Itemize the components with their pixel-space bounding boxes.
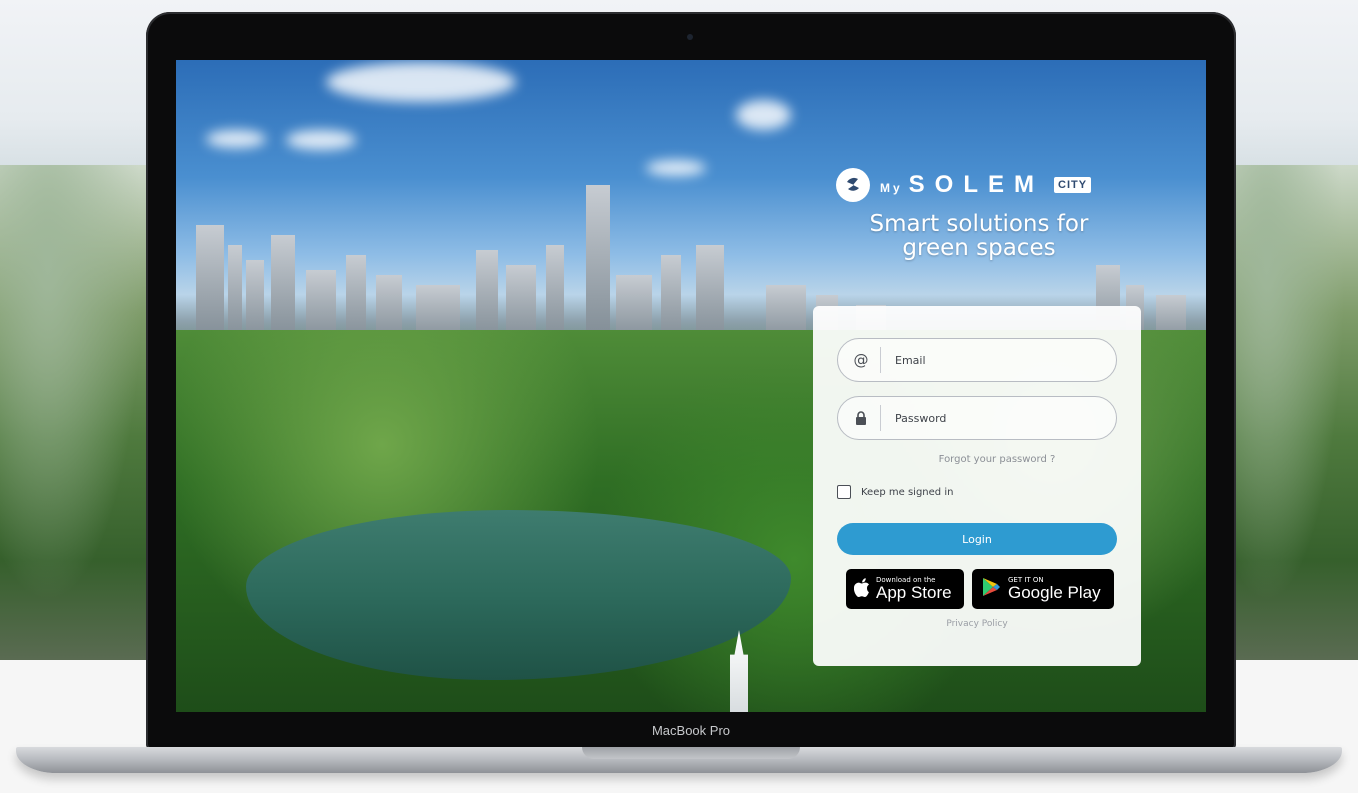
device-label: MacBook Pro: [651, 723, 731, 738]
login-card: @ Forgot your password ? Keep me signed …: [813, 306, 1141, 666]
keep-signed-in-checkbox[interactable]: [837, 485, 851, 499]
cloud: [646, 160, 706, 176]
background-city-left: [0, 165, 160, 660]
store-badges: Download on the App Store GET IT ON Goog…: [846, 569, 1117, 609]
keep-signed-in-label: Keep me signed in: [861, 486, 954, 498]
cloud: [206, 130, 266, 148]
laptop-screen: My SOLEM CITY Smart solutions for green s…: [176, 60, 1206, 712]
password-field[interactable]: [837, 396, 1117, 440]
lock-icon: [852, 410, 870, 426]
cloud: [736, 100, 791, 130]
cloud: [326, 62, 516, 102]
email-input[interactable]: [895, 353, 1095, 367]
login-button[interactable]: Login: [837, 523, 1117, 555]
at-sign-icon: @: [853, 351, 869, 369]
apple-icon: [853, 577, 870, 601]
brand-badge: CITY: [1054, 177, 1092, 193]
solem-logo-icon: [836, 168, 870, 202]
cloud: [286, 130, 356, 150]
laptop-hinge-notch: [582, 747, 800, 759]
keep-signed-in-row[interactable]: Keep me signed in: [837, 485, 1117, 499]
brand-tagline: Smart solutions for green spaces: [869, 211, 1089, 261]
privacy-policy-link[interactable]: Privacy Policy: [837, 619, 1117, 629]
password-input[interactable]: [895, 411, 1095, 425]
email-field[interactable]: @: [837, 338, 1117, 382]
brand-logo: My SOLEM CITY: [836, 168, 1136, 202]
field-divider: [880, 347, 881, 373]
google-play-badge[interactable]: GET IT ON Google Play: [972, 569, 1114, 609]
background-city-right: [1228, 165, 1358, 660]
forgot-password-link[interactable]: Forgot your password ?: [907, 454, 1087, 465]
brand-block: My SOLEM CITY Smart solutions for green s…: [836, 168, 1136, 278]
google-play-main-text: Google Play: [1008, 583, 1101, 602]
field-divider: [880, 405, 881, 431]
app-store-badge[interactable]: Download on the App Store: [846, 569, 964, 609]
camera-icon: [687, 34, 693, 40]
app-store-main-text: App Store: [876, 583, 952, 602]
google-play-icon: [980, 576, 1002, 602]
brand-name: My SOLEM: [880, 171, 1045, 198]
